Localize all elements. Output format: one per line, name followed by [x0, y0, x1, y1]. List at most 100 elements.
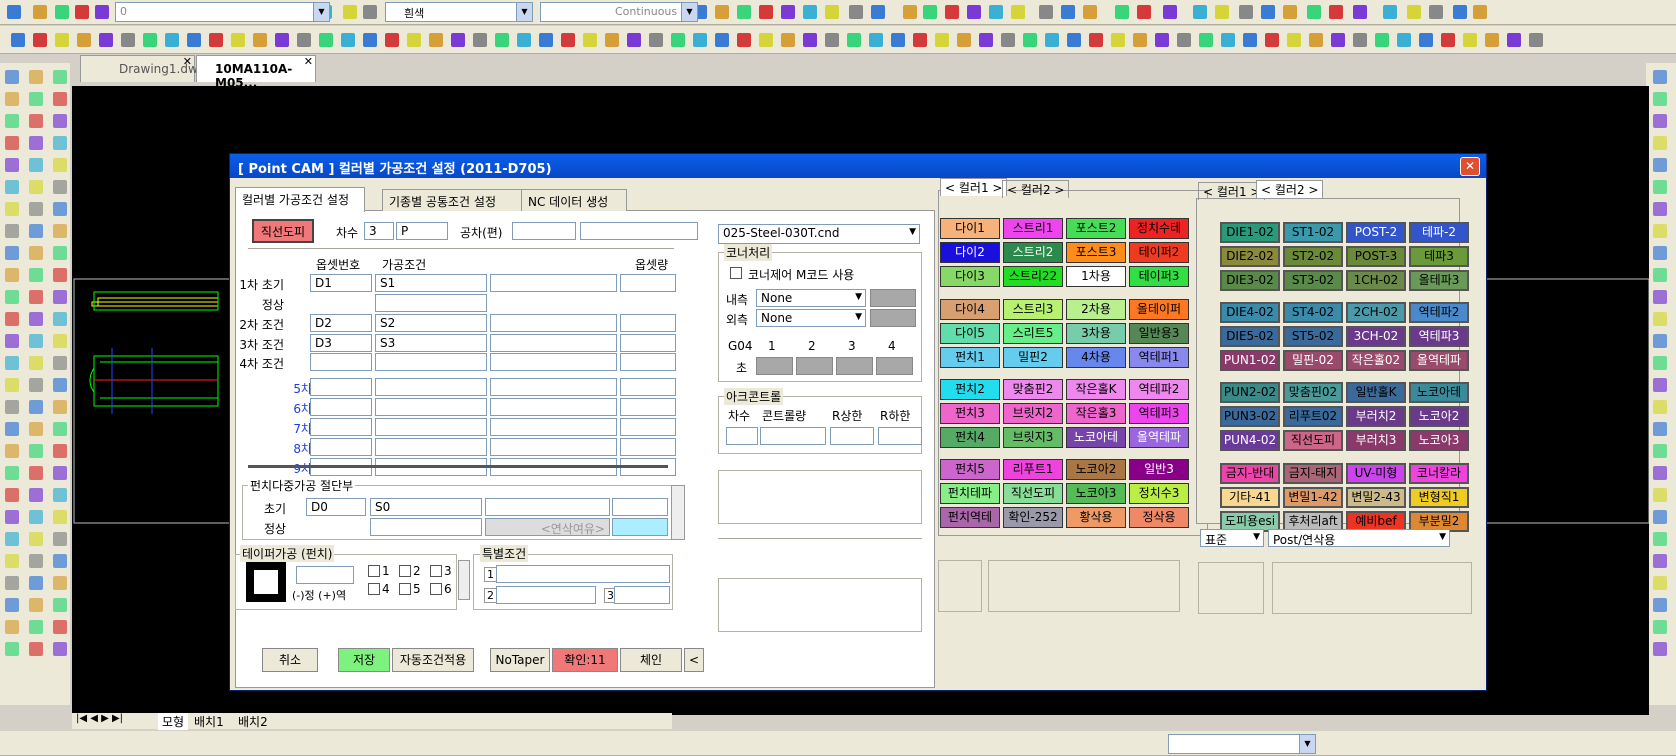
color-swatch-button[interactable]: 올역테파 — [1409, 350, 1469, 371]
modify-tool-icon[interactable] — [1650, 441, 1670, 461]
modify-tool-icon[interactable] — [1650, 331, 1670, 351]
toolbar-icon[interactable] — [1174, 30, 1194, 50]
punch-init-cond[interactable]: S0 — [370, 498, 482, 516]
draw-tool-icon[interactable] — [2, 243, 22, 263]
modify-tool-icon[interactable] — [1650, 573, 1670, 593]
close-button[interactable]: ✕ — [1460, 157, 1480, 176]
draw-tool-icon[interactable] — [50, 507, 70, 527]
straight-escape-button[interactable]: 직선도피 — [252, 219, 314, 243]
punch-init-offset[interactable]: D0 — [306, 498, 366, 516]
toolbar-icon[interactable] — [1416, 30, 1436, 50]
modify-tool-icon[interactable] — [1650, 397, 1670, 417]
row-extra-input[interactable] — [490, 398, 617, 416]
draw-tool-icon[interactable] — [2, 221, 22, 241]
draw-tool-icon[interactable] — [26, 397, 46, 417]
draw-tool-icon[interactable] — [50, 111, 70, 131]
modify-tool-icon[interactable] — [1650, 419, 1670, 439]
draw-tool-icon[interactable] — [2, 177, 22, 197]
row-offset-input[interactable] — [310, 353, 372, 371]
color-swatch-button[interactable]: 확인-252 — [1003, 507, 1063, 528]
toolbar-icon[interactable] — [1280, 2, 1300, 22]
outer-select[interactable]: None ▼ — [756, 309, 866, 327]
chain-button[interactable]: 체인 — [620, 648, 682, 672]
modify-tool-icon[interactable] — [1650, 199, 1670, 219]
color-swatch-button[interactable]: 작은홀02 — [1346, 350, 1406, 371]
draw-tool-icon[interactable] — [50, 551, 70, 571]
toolbar-icon[interactable] — [250, 30, 270, 50]
toolbar-icon[interactable] — [1064, 30, 1084, 50]
toolbar-icon[interactable] — [998, 30, 1018, 50]
draw-tool-icon[interactable] — [26, 639, 46, 659]
std-select[interactable]: 표준 ▼ — [1200, 529, 1264, 547]
toolbar-icon[interactable] — [1080, 2, 1100, 22]
row-extra-input[interactable] — [490, 334, 617, 352]
color-swatch-button[interactable]: DIE5-02 — [1220, 326, 1280, 347]
toolbar-icon[interactable] — [1450, 2, 1470, 22]
doc-tab-drawing1[interactable]: Drawing1.dwg ✕ — [80, 55, 205, 82]
toolbar-icon[interactable] — [624, 30, 644, 50]
color-swatch-button[interactable]: 올역테파 — [1129, 427, 1189, 448]
row-extra-input[interactable] — [490, 353, 617, 371]
color-swatch-button[interactable]: 스트리2 — [1003, 242, 1063, 263]
row-amount-input[interactable] — [620, 418, 676, 436]
color-swatch-button[interactable]: 스트리1 — [1003, 218, 1063, 239]
toolbar-icon[interactable] — [1380, 2, 1400, 22]
toolbar-icon[interactable] — [1108, 30, 1128, 50]
row-amount-input[interactable] — [620, 353, 676, 371]
row-cond-input[interactable] — [375, 353, 487, 371]
toolbar-icon[interactable] — [932, 30, 952, 50]
toolbar-icon[interactable] — [1304, 2, 1324, 22]
taper-checkbox[interactable] — [399, 565, 411, 577]
draw-tool-icon[interactable] — [26, 617, 46, 637]
tab-common-process[interactable]: 기종별 공통조건 설정 — [382, 189, 522, 211]
draw-tool-icon[interactable] — [26, 485, 46, 505]
color-swatch-button[interactable]: 다이2 — [940, 242, 1000, 263]
modify-tool-icon[interactable] — [1650, 111, 1670, 131]
color-swatch-button[interactable]: 작은홀K — [1066, 379, 1126, 400]
color-swatch-button[interactable]: 직선도피 — [1283, 430, 1343, 451]
toolbar-icon[interactable] — [1350, 2, 1370, 22]
toolbar-icon[interactable] — [1404, 2, 1424, 22]
modify-tool-icon[interactable] — [1650, 617, 1670, 637]
punch-normal-cond[interactable] — [370, 518, 482, 536]
cancel-button[interactable]: 취소 — [262, 648, 318, 672]
toolbar-icon[interactable] — [778, 30, 798, 50]
draw-tool-icon[interactable] — [2, 199, 22, 219]
order-p-input[interactable]: P — [396, 222, 448, 240]
row-offset-input[interactable] — [310, 378, 372, 396]
color-swatch-button[interactable]: DIE1-02 — [1220, 222, 1280, 243]
inner-select[interactable]: None ▼ — [756, 289, 866, 307]
toolbar-icon[interactable] — [844, 30, 864, 50]
draw-tool-icon[interactable] — [26, 441, 46, 461]
punch-scrollbar[interactable] — [671, 485, 685, 540]
punch-spare-amt[interactable] — [612, 518, 668, 536]
auto-apply-button[interactable]: 자동조건적용 — [392, 648, 474, 672]
toolbar-icon[interactable] — [206, 30, 226, 50]
color-swatch-button[interactable]: 2차용 — [1066, 299, 1126, 320]
toolbar-icon[interactable] — [294, 30, 314, 50]
modify-tool-icon[interactable] — [1650, 551, 1670, 571]
draw-tool-icon[interactable] — [26, 529, 46, 549]
color-swatch-button[interactable]: 역테파2 — [1129, 379, 1189, 400]
toolbar-icon[interactable] — [30, 30, 50, 50]
bottom-combo[interactable]: ▼ — [1168, 734, 1316, 754]
row-amount-input[interactable] — [620, 274, 676, 292]
color-combo[interactable]: 흰색 ▼ — [385, 2, 533, 22]
color-swatch-button[interactable]: 올테이퍼 — [1129, 299, 1189, 320]
draw-tool-icon[interactable] — [50, 353, 70, 373]
color-swatch-button[interactable]: 노코아2 — [1409, 406, 1469, 427]
toolbar-icon[interactable] — [846, 2, 866, 22]
tab-color-process[interactable]: 컬러별 가공조건 설정 — [235, 187, 365, 212]
toolbar-icon[interactable] — [712, 2, 732, 22]
color-swatch-button[interactable]: 브릿지3 — [1003, 427, 1063, 448]
draw-tool-icon[interactable] — [50, 287, 70, 307]
modify-tool-icon[interactable] — [1650, 243, 1670, 263]
tolerance-input-2[interactable] — [580, 222, 698, 240]
taper-checkbox[interactable] — [368, 565, 380, 577]
toolbar-icon[interactable] — [866, 30, 886, 50]
chevron-down-icon[interactable]: ▼ — [1253, 532, 1260, 542]
chevron-down-icon[interactable]: ▼ — [855, 292, 862, 302]
toolbar-icon[interactable] — [954, 30, 974, 50]
toolbar-icon[interactable] — [1160, 2, 1180, 22]
draw-tool-icon[interactable] — [26, 67, 46, 87]
